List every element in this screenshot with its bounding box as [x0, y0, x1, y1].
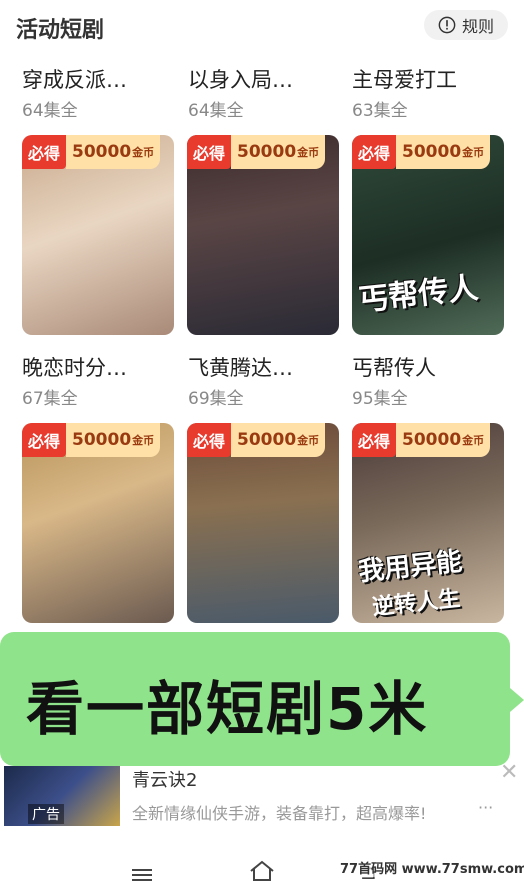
- rules-button[interactable]: 规则: [424, 10, 508, 40]
- close-icon[interactable]: ✕: [500, 760, 518, 785]
- drama-title[interactable]: 以身入局…: [188, 64, 293, 94]
- reward-tag: 必得 50000 金币: [22, 423, 174, 457]
- reward-unit: 金币: [132, 434, 155, 447]
- drama-title[interactable]: 穿成反派…: [22, 64, 127, 94]
- episode-count: 64集全: [188, 101, 244, 121]
- header: 活动短剧 规则: [0, 0, 524, 52]
- reward-get-label: 必得: [22, 135, 67, 169]
- watermark: 77首码网 www.77smw.com: [338, 858, 524, 877]
- drama-poster[interactable]: 必得 50000 金币 我用异能 逆转人生: [352, 423, 504, 623]
- episode-count: 67集全: [22, 389, 78, 409]
- reward-get-label: 必得: [187, 423, 232, 457]
- info-icon: [438, 16, 456, 34]
- drama-poster[interactable]: 必得 50000 金币: [187, 423, 339, 623]
- reward-tag: 必得 50000 金币: [187, 135, 339, 169]
- message-bubble: 看一部短剧5米: [0, 632, 524, 766]
- drama-poster[interactable]: 必得 50000 金币: [22, 423, 174, 623]
- drama-title[interactable]: 主母爱打工: [352, 64, 457, 94]
- reward-amount-value: 50000: [402, 142, 462, 162]
- drama-poster[interactable]: 必得 50000 金币: [22, 135, 174, 335]
- reward-unit: 金币: [462, 146, 485, 159]
- message-text: 看一部短剧5米: [26, 675, 429, 743]
- drama-poster[interactable]: 必得 50000 金币 丐帮传人: [352, 135, 504, 335]
- reward-amount: 50000 金币: [396, 135, 491, 169]
- home-icon[interactable]: [248, 860, 276, 882]
- reward-get-label: 必得: [352, 135, 397, 169]
- ad-title[interactable]: 青云诀2: [132, 766, 197, 792]
- ad-more-icon[interactable]: ···: [478, 798, 493, 817]
- reward-tag: 必得 50000 金币: [187, 423, 339, 457]
- reward-amount: 50000 金币: [396, 423, 491, 457]
- poster-caption-2: 逆转人生: [371, 586, 462, 621]
- ad-badge: 广告: [28, 804, 64, 824]
- reward-get-label: 必得: [187, 135, 232, 169]
- episode-count: 63集全: [352, 101, 408, 121]
- reward-get-label: 必得: [352, 423, 397, 457]
- reward-amount-value: 50000: [72, 142, 132, 162]
- reward-amount-value: 50000: [402, 430, 462, 450]
- drama-title[interactable]: 晚恋时分…: [22, 352, 127, 382]
- ad-description[interactable]: 全新情缘仙侠手游，装备靠打，超高爆率!: [132, 800, 426, 824]
- reward-amount: 50000 金币: [231, 135, 326, 169]
- drama-title[interactable]: 丐帮传人: [352, 352, 436, 382]
- reward-unit: 金币: [297, 146, 320, 159]
- reward-unit: 金币: [132, 146, 155, 159]
- page-title: 活动短剧: [16, 18, 105, 43]
- episode-count: 64集全: [22, 101, 78, 121]
- rules-label: 规则: [461, 17, 494, 36]
- reward-amount: 50000 金币: [231, 423, 326, 457]
- drama-title[interactable]: 飞黄腾达…: [188, 352, 293, 382]
- reward-amount-value: 50000: [237, 142, 297, 162]
- episode-count: 95集全: [352, 389, 408, 409]
- ad-thumbnail[interactable]: 广告: [4, 766, 120, 826]
- reward-amount: 50000 金币: [66, 423, 161, 457]
- poster-caption: 丐帮传人: [356, 270, 480, 319]
- reward-get-label: 必得: [22, 423, 67, 457]
- reward-unit: 金币: [462, 434, 485, 447]
- episode-count: 69集全: [188, 389, 244, 409]
- reward-amount: 50000 金币: [66, 135, 161, 169]
- reward-unit: 金币: [297, 434, 320, 447]
- menu-icon[interactable]: [132, 866, 152, 884]
- drama-poster[interactable]: 必得 50000 金币: [187, 135, 339, 335]
- reward-tag: 必得 50000 金币: [22, 135, 174, 169]
- reward-tag: 必得 50000 金币: [352, 423, 504, 457]
- reward-tag: 必得 50000 金币: [352, 135, 504, 169]
- reward-amount-value: 50000: [237, 430, 297, 450]
- reward-amount-value: 50000: [72, 430, 132, 450]
